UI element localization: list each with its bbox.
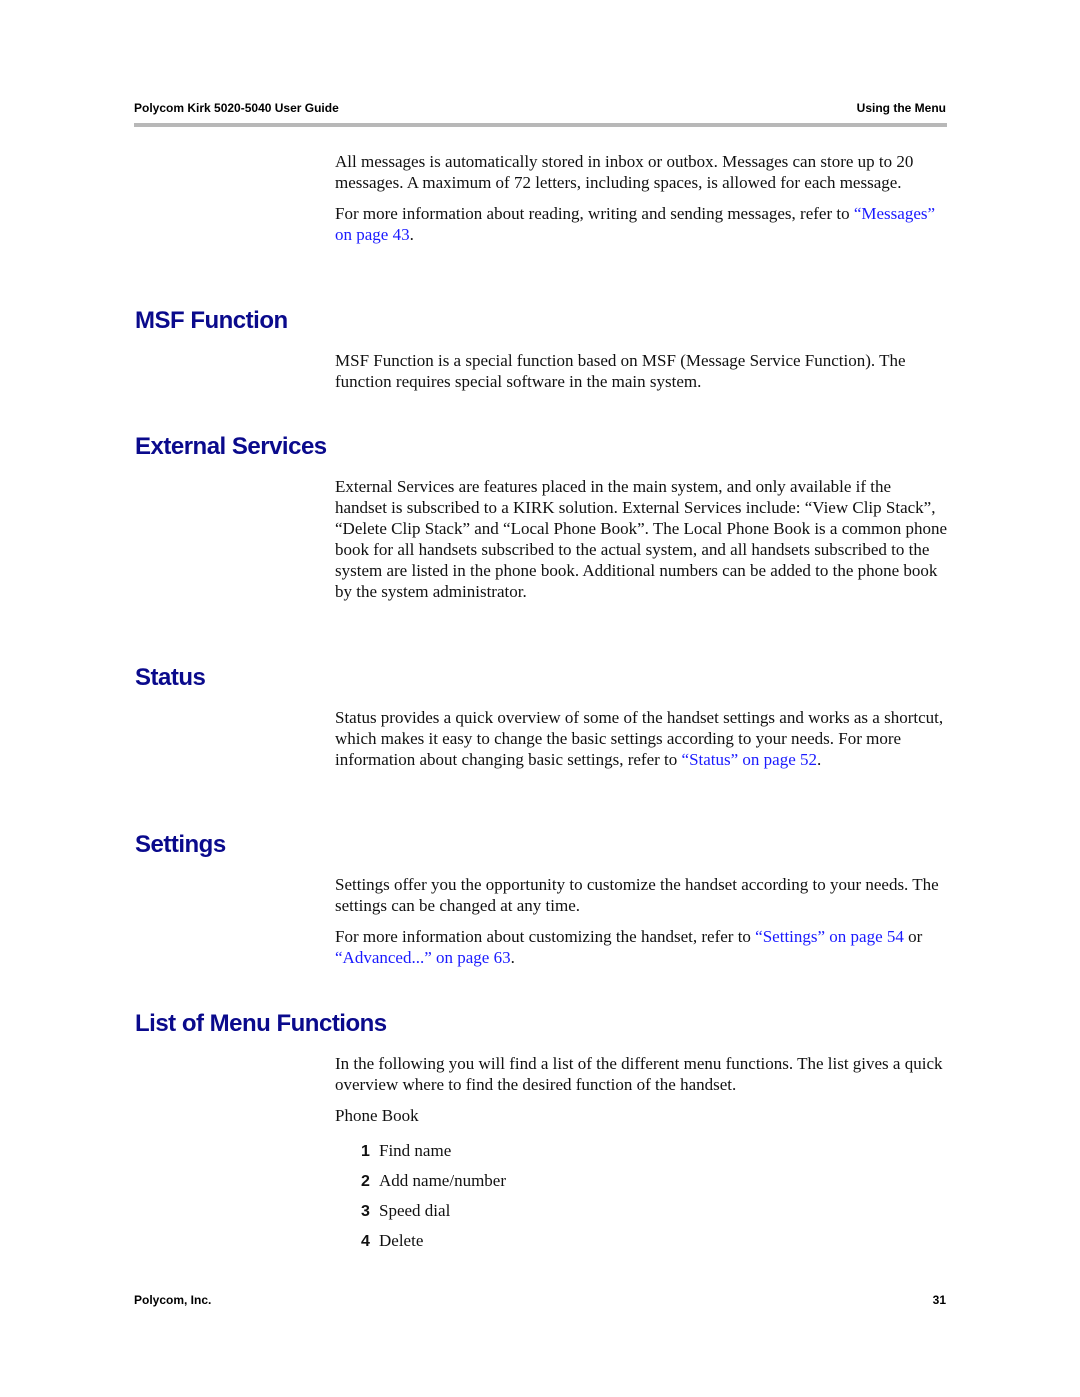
list-item-label: Find name <box>379 1141 452 1160</box>
running-header: Polycom Kirk 5020-5040 User Guide Using … <box>134 101 946 119</box>
list-item-number: 2 <box>361 1173 370 1190</box>
document-page: Polycom Kirk 5020-5040 User Guide Using … <box>0 0 1080 1397</box>
heading-settings: Settings <box>135 831 226 858</box>
list-item-label: Add name/number <box>379 1171 506 1190</box>
page-number: 31 <box>932 1293 946 1307</box>
chapter-title: Using the Menu <box>856 101 946 115</box>
external-services-paragraph: External Services are features placed in… <box>335 477 948 601</box>
list-item-label: Delete <box>379 1231 424 1250</box>
heading-list-of-menu-functions: List of Menu Functions <box>135 1010 387 1037</box>
list-item-number: 1 <box>361 1143 370 1160</box>
list-item: 4 Delete <box>361 1231 423 1251</box>
company-name: Polycom, Inc. <box>134 1293 212 1307</box>
settings-paragraph: Settings offer you the opportunity to cu… <box>335 875 939 915</box>
advanced-link[interactable]: “Advanced...” on page 63 <box>335 948 511 967</box>
msf-paragraph: MSF Function is a special function based… <box>335 351 906 391</box>
status-paragraph: Status provides a quick overview of some… <box>335 708 944 769</box>
intro-reference: For more information about reading, writ… <box>335 204 936 244</box>
guide-title: Polycom Kirk 5020-5040 User Guide <box>134 101 339 115</box>
menu-list-paragraph: In the following you will find a list of… <box>335 1054 943 1094</box>
list-item-label: Speed dial <box>379 1201 451 1220</box>
list-item: 2 Add name/number <box>361 1171 506 1191</box>
menu-list-text: In the following you will find a list of… <box>335 1053 947 1126</box>
list-item: 1 Find name <box>361 1141 451 1161</box>
header-divider <box>134 123 947 127</box>
heading-msf-function: MSF Function <box>135 307 288 334</box>
intro-text: All messages is automatically stored in … <box>335 151 947 245</box>
status-link[interactable]: “Status” on page 52 <box>682 750 818 769</box>
heading-status: Status <box>135 664 206 691</box>
list-item-number: 3 <box>361 1203 370 1220</box>
msf-text: MSF Function is a special function based… <box>335 350 947 392</box>
settings-reference: For more information about customizing t… <box>335 927 923 967</box>
external-services-text: External Services are features placed in… <box>335 476 947 602</box>
list-item: 3 Speed dial <box>361 1201 450 1221</box>
heading-external-services: External Services <box>135 433 327 460</box>
status-text: Status provides a quick overview of some… <box>335 707 947 770</box>
page-footer: Polycom, Inc. 31 <box>134 1293 946 1309</box>
settings-text: Settings offer you the opportunity to cu… <box>335 874 947 968</box>
intro-paragraph: All messages is automatically stored in … <box>335 152 914 192</box>
settings-link[interactable]: “Settings” on page 54 <box>755 927 904 946</box>
phone-book-subheading: Phone Book <box>335 1106 419 1125</box>
list-item-number: 4 <box>361 1233 370 1250</box>
